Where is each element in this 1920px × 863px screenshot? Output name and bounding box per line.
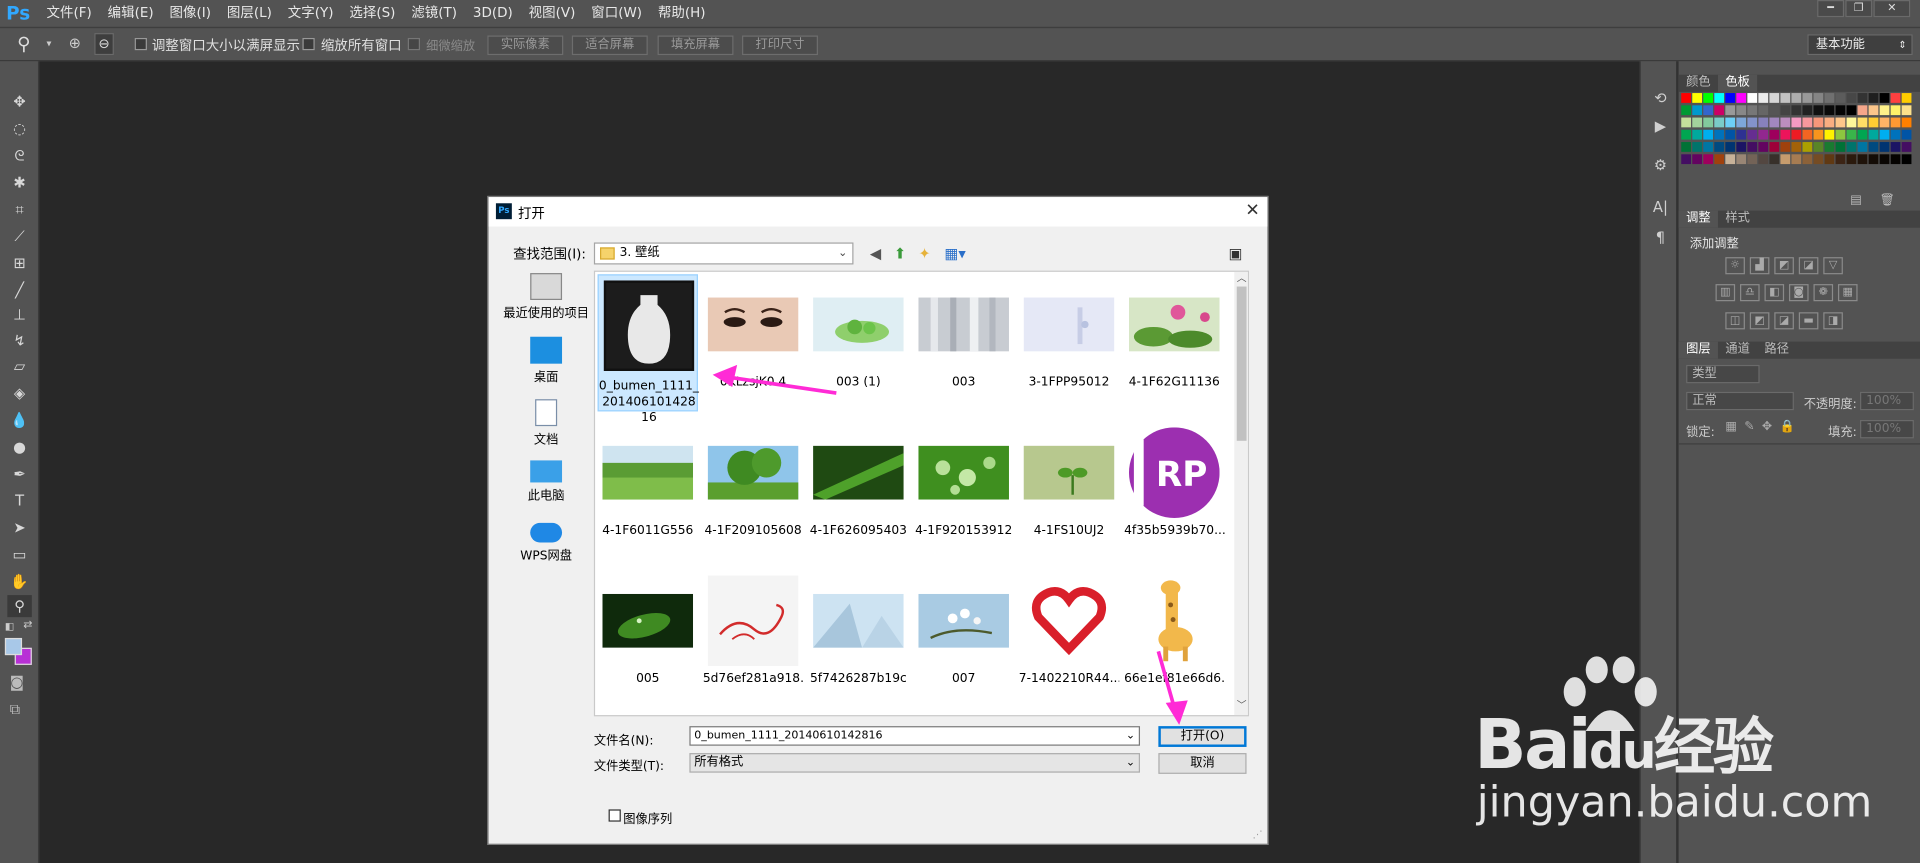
- arrow-head-open: [1165, 700, 1188, 725]
- arrow-to-selected-file: [719, 374, 837, 395]
- arrow-head-file: [712, 364, 738, 387]
- baidu-brand-bai: Bai: [1474, 705, 1591, 785]
- baidu-url: jingyan.baidu.com: [1476, 778, 1873, 828]
- baidu-brand: Baidu经验: [1474, 698, 1774, 786]
- baidu-brand-du: du: [1588, 723, 1656, 781]
- baidu-brand-cn: 经验: [1654, 711, 1774, 783]
